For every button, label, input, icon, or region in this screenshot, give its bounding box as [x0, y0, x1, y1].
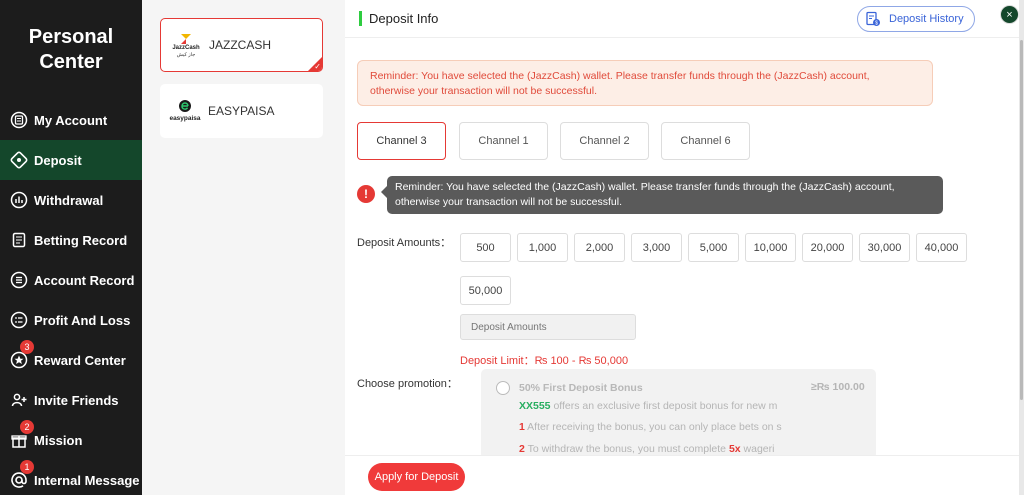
reminder-tooltip: Reminder: You have selected the (JazzCas…: [381, 176, 943, 214]
deposit-amounts-label: Deposit Amounts：: [357, 237, 452, 249]
easypaisa-logo-mark: [179, 100, 191, 112]
mission-badge: 2: [20, 420, 34, 434]
channel-2-button[interactable]: Channel 2: [560, 122, 649, 160]
promotion-rule-1: 1 After receiving the bonus, you can onl…: [519, 421, 782, 433]
sidebar-item-deposit[interactable]: Deposit: [0, 140, 142, 180]
channel-6-button[interactable]: Channel 6: [661, 122, 750, 160]
amount-option[interactable]: 10,000: [745, 233, 796, 262]
promotion-rule-2: 2 To withdraw the bonus, you must comple…: [519, 443, 774, 455]
sidebar-item-mission[interactable]: 2 Mission: [0, 420, 142, 460]
sidebar-item-label: Reward Center: [34, 352, 126, 368]
amount-option[interactable]: 2,000: [574, 233, 625, 262]
reminder-line1: Reminder: You have selected the (JazzCas…: [370, 70, 870, 82]
wallet-label: EASYPAISA: [208, 104, 275, 118]
wallet-easypaisa[interactable]: easypaisa EASYPAISA: [160, 84, 323, 138]
reminder-banner: Reminder: You have selected the (JazzCas…: [357, 60, 933, 106]
sidebar-item-internal-message[interactable]: 1 Internal Message: [0, 460, 142, 495]
sidebar-item-label: My Account: [34, 112, 108, 128]
sidebar-item-label: Mission: [34, 432, 83, 448]
sidebar-item-reward-center[interactable]: 3 Reward Center: [0, 340, 142, 380]
selected-check-icon: ✓: [308, 57, 322, 71]
rule-multiplier: 5x: [728, 443, 741, 455]
warning-icon[interactable]: !: [357, 185, 375, 203]
amount-option[interactable]: 5,000: [688, 233, 739, 262]
promotion-brand: XX555: [519, 400, 551, 412]
jazzcash-logo: JazzCash جاز کیش: [171, 30, 201, 60]
promotion-card[interactable]: 50% First Deposit Bonus ≥₨ 100.00 XX555 …: [481, 369, 876, 459]
reward-badge: 3: [20, 340, 34, 354]
reminder-line2: otherwise your transaction will not be s…: [370, 85, 598, 97]
jazzcash-logo-text: JazzCash: [172, 44, 200, 51]
amount-option[interactable]: 40,000: [916, 233, 967, 262]
deposit-icon: [10, 151, 28, 169]
scrollbar-thumb[interactable]: [1020, 40, 1023, 400]
jazzcash-logo-sub: جاز کیش: [176, 51, 196, 58]
promotion-title: 50% First Deposit Bonus: [519, 382, 643, 394]
invite-icon: [10, 391, 28, 409]
amount-option[interactable]: 30,000: [859, 233, 910, 262]
wallet-label: JAZZCASH: [209, 38, 272, 52]
message-badge: 1: [20, 460, 34, 474]
promotion-description: XX555 offers an exclusive first deposit …: [519, 400, 777, 412]
deposit-history-label: Deposit History: [889, 13, 964, 25]
panel-footer: Apply for Deposit: [345, 455, 1019, 495]
sidebar-title-line1: Personal: [28, 26, 114, 48]
deposit-limit-text: Deposit Limit：₨ 100 - ₨ 50,000: [460, 355, 629, 367]
profit-loss-icon: [10, 311, 28, 329]
rule-text-tail: wageri: [740, 443, 775, 455]
sidebar-item-label: Internal Message: [34, 472, 140, 488]
easypaisa-logo: easypaisa: [169, 96, 201, 126]
history-icon: $: [866, 11, 880, 27]
jazzcash-logo-mark: [181, 33, 191, 44]
close-icon[interactable]: ×: [1000, 5, 1019, 24]
channel-1-button[interactable]: Channel 1: [459, 122, 548, 160]
sidebar-item-label: Account Record: [34, 272, 135, 288]
sidebar-item-label: Deposit: [34, 152, 82, 168]
easypaisa-logo-text: easypaisa: [169, 115, 201, 122]
rule-text: To withdraw the bonus, you must complete: [524, 443, 729, 455]
wallet-list: JazzCash جاز کیش JAZZCASH ✓ easypaisa EA…: [142, 0, 345, 495]
sidebar-item-my-account[interactable]: My Account: [0, 100, 142, 140]
sidebar-title: Personal Center: [0, 0, 142, 100]
svg-text:$: $: [875, 21, 878, 27]
betting-record-icon: [10, 231, 28, 249]
channel-3-button[interactable]: Channel 3: [357, 122, 446, 160]
header-accent-bar: [359, 11, 362, 26]
deposit-amount-input[interactable]: [460, 314, 636, 340]
rule-text: After receiving the bonus, you can only …: [524, 421, 782, 433]
amount-option[interactable]: 3,000: [631, 233, 682, 262]
promotion-radio[interactable]: [496, 381, 510, 395]
scrollbar[interactable]: [1019, 0, 1024, 495]
amount-option[interactable]: 1,000: [517, 233, 568, 262]
withdrawal-icon: [10, 191, 28, 209]
sidebar-item-label: Profit And Loss: [34, 312, 131, 328]
sidebar-item-label: Withdrawal: [34, 192, 104, 208]
sidebar: Personal Center My Account Deposit Withd…: [0, 0, 142, 495]
deposit-panel: Deposit Info $ Deposit History Reminder:…: [345, 0, 1019, 495]
tooltip-line1: Reminder: You have selected the (JazzCas…: [395, 181, 895, 193]
amount-option[interactable]: 500: [460, 233, 511, 262]
choose-promotion-label: Choose promotion：: [357, 378, 458, 390]
tooltip-line2: otherwise your transaction will not be s…: [395, 196, 623, 208]
panel-header: Deposit Info $ Deposit History: [345, 0, 1019, 38]
sidebar-item-label: Invite Friends: [34, 392, 119, 408]
account-icon: [10, 111, 28, 129]
sidebar-item-profit-and-loss[interactable]: Profit And Loss: [0, 300, 142, 340]
promotion-min-amount: ≥₨ 100.00: [811, 381, 865, 393]
sidebar-item-label: Betting Record: [34, 232, 128, 248]
sidebar-item-betting-record[interactable]: Betting Record: [0, 220, 142, 260]
account-record-icon: [10, 271, 28, 289]
deposit-history-button[interactable]: $ Deposit History: [857, 6, 975, 32]
amount-option[interactable]: 50,000: [460, 276, 511, 305]
sidebar-item-account-record[interactable]: Account Record: [0, 260, 142, 300]
apply-deposit-button[interactable]: Apply for Deposit: [368, 463, 465, 491]
page-title: Deposit Info: [369, 11, 439, 26]
amount-option[interactable]: 20,000: [802, 233, 853, 262]
wallet-jazzcash[interactable]: JazzCash جاز کیش JAZZCASH ✓: [160, 18, 323, 72]
promotion-desc-text: offers an exclusive first deposit bonus …: [550, 400, 778, 412]
sidebar-title-line2: Center: [39, 51, 103, 73]
sidebar-item-withdrawal[interactable]: Withdrawal: [0, 180, 142, 220]
sidebar-item-invite-friends[interactable]: Invite Friends: [0, 380, 142, 420]
